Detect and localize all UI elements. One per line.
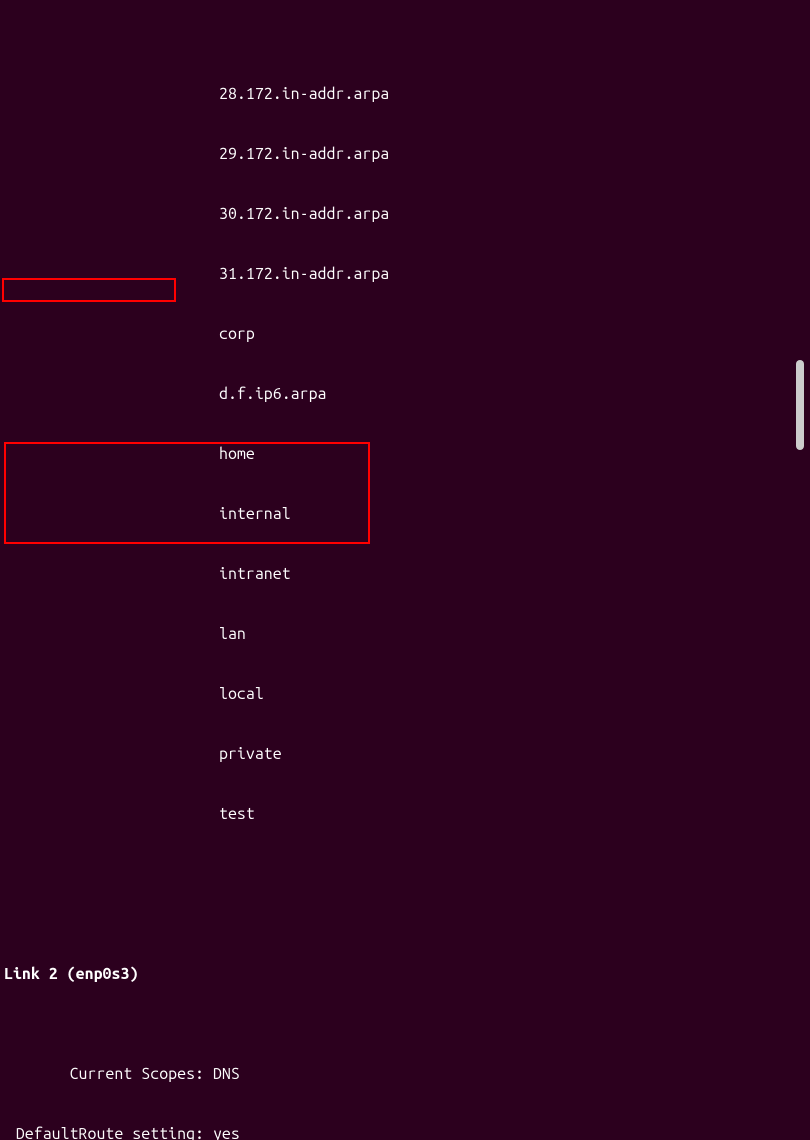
setting-row: Current Scopes: DNS <box>4 1064 806 1084</box>
blank-line <box>4 904 806 924</box>
domain-item: d.f.ip6.arpa <box>219 384 806 404</box>
domain-item: 30.172.in-addr.arpa <box>219 204 806 224</box>
link-settings: Current Scopes: DNS DefaultRoute setting… <box>4 1024 806 1140</box>
domain-item: local <box>219 684 806 704</box>
domain-item: corp <box>219 324 806 344</box>
domain-item: home <box>219 444 806 464</box>
domain-item: intranet <box>219 564 806 584</box>
setting-label: DefaultRoute setting: <box>4 1124 204 1140</box>
link-header: Link 2 (enp0s3) <box>4 964 806 984</box>
terminal-output: 28.172.in-addr.arpa 29.172.in-addr.arpa … <box>4 4 806 1140</box>
setting-value: DNS <box>213 1064 240 1084</box>
domain-item: test <box>219 804 806 824</box>
setting-label: Current Scopes: <box>4 1064 204 1084</box>
domain-item: 31.172.in-addr.arpa <box>219 264 806 284</box>
setting-value: yes <box>213 1124 240 1140</box>
domain-item: 28.172.in-addr.arpa <box>219 84 806 104</box>
domain-item: lan <box>219 624 806 644</box>
domain-item: internal <box>219 504 806 524</box>
setting-row: DefaultRoute setting: yes <box>4 1124 806 1140</box>
domain-item: private <box>219 744 806 764</box>
scrollbar[interactable] <box>796 360 804 450</box>
domain-item: 29.172.in-addr.arpa <box>219 144 806 164</box>
domain-list: 28.172.in-addr.arpa 29.172.in-addr.arpa … <box>4 44 806 864</box>
